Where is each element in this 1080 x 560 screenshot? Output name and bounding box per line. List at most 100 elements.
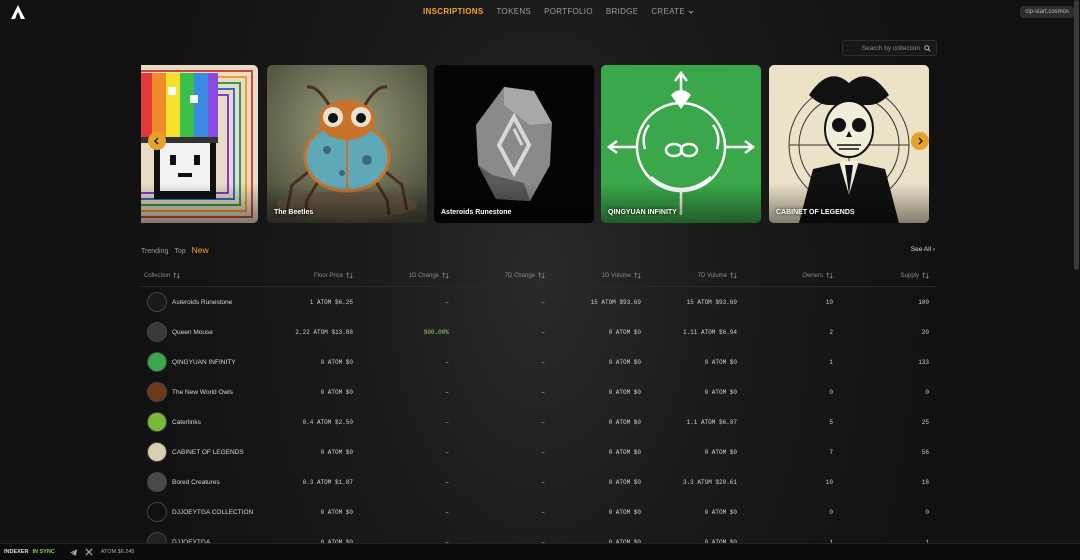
cell-d1: – bbox=[445, 418, 449, 426]
tab-top[interactable]: Top bbox=[174, 248, 185, 255]
cell-owners: 10 bbox=[825, 478, 833, 486]
collection-name[interactable]: The New World Owls bbox=[172, 377, 233, 407]
cell-v7: 1.1 ATOM $6.87 bbox=[686, 418, 737, 426]
cell-supply: 20 bbox=[921, 328, 929, 336]
cell-d7: – bbox=[541, 478, 545, 486]
collection-name[interactable]: Caterlinks bbox=[172, 407, 201, 437]
sort-icon bbox=[922, 272, 929, 279]
page-scrollbar[interactable] bbox=[1074, 0, 1079, 270]
cell-v1: 0 ATOM $0 bbox=[608, 358, 641, 366]
carousel-card-the-beetles[interactable]: The Beetles bbox=[267, 65, 427, 223]
cell-d1: – bbox=[445, 448, 449, 456]
wallet-button[interactable]: cip-start.cosmos bbox=[1020, 6, 1074, 18]
sort-icon bbox=[634, 272, 641, 279]
th-collection[interactable]: Collection bbox=[144, 272, 181, 279]
chevron-right-icon bbox=[918, 137, 924, 145]
table-row[interactable]: The New World Owls 0 ATOM $0 – – 0 ATOM $0 0 … bbox=[141, 377, 935, 407]
x-twitter-icon[interactable] bbox=[85, 548, 93, 556]
cell-owners: 1 bbox=[829, 358, 833, 366]
chevron-down-icon bbox=[688, 10, 694, 14]
nav-create[interactable]: CREATE bbox=[651, 7, 694, 16]
tab-new[interactable]: New bbox=[192, 245, 209, 255]
nav-portfolio[interactable]: PORTFOLIO bbox=[544, 7, 593, 16]
th-owners[interactable]: Owners bbox=[802, 272, 833, 279]
th-1d-volume[interactable]: 1D Volume bbox=[602, 272, 641, 279]
cell-d1: – bbox=[445, 478, 449, 486]
collection-tabs: Trending Top New bbox=[141, 245, 209, 255]
cell-d7: – bbox=[541, 358, 545, 366]
cell-floor: 0 ATOM $0 bbox=[320, 358, 353, 366]
cell-supply: 0 bbox=[925, 508, 929, 516]
nav-inscriptions[interactable]: INSCRIPTIONS bbox=[423, 7, 484, 16]
cell-owners: 10 bbox=[825, 298, 833, 306]
sort-icon bbox=[346, 272, 353, 279]
th-supply[interactable]: Supply bbox=[901, 272, 929, 279]
search-input[interactable] bbox=[850, 44, 920, 52]
status-footer: INDEXER IN SYNC ATOM $6.245 bbox=[0, 543, 1080, 560]
table-row[interactable]: Queen Mouse 2.22 ATOM $13.88 900.00% – 0 ATO… bbox=[141, 317, 935, 347]
table-row[interactable]: QINGYUAN INFINITY 0 ATOM $0 – – 0 ATOM $0 0 A… bbox=[141, 347, 935, 377]
chevron-left-icon bbox=[153, 137, 159, 145]
collection-avatar bbox=[147, 472, 167, 492]
cell-v1: 0 ATOM $0 bbox=[608, 328, 641, 336]
nav-create-label: CREATE bbox=[651, 7, 685, 16]
sort-icon bbox=[730, 272, 737, 279]
cell-d1: – bbox=[445, 298, 449, 306]
th-label: 7D Volume bbox=[697, 272, 727, 279]
collection-avatar bbox=[147, 502, 167, 522]
cell-v7: 0 ATOM $0 bbox=[704, 358, 737, 366]
telegram-icon[interactable] bbox=[69, 548, 78, 557]
nav-bridge[interactable]: BRIDGE bbox=[606, 7, 638, 16]
cell-v7: 1.11 ATOM $6.94 bbox=[682, 328, 737, 336]
table-row[interactable]: Bored Creatures 0.3 ATOM $1.87 – – 0 ATOM $0… bbox=[141, 467, 935, 497]
th-label: Floor Price bbox=[313, 272, 343, 279]
carousel-card-qingyuan-infinity[interactable]: QINGYUAN INFINITY bbox=[601, 65, 761, 223]
carousel-card-label: QINGYUAN INFINITY bbox=[608, 209, 677, 216]
table-row[interactable]: DJJOEYTGA COLLECTION 0 ATOM $0 – – 0 ATOM $0… bbox=[141, 497, 935, 527]
carousel-next-button[interactable] bbox=[911, 132, 929, 150]
cell-floor: 2.22 ATOM $13.88 bbox=[295, 328, 353, 336]
search-icon[interactable] bbox=[924, 44, 931, 52]
collection-name[interactable]: Queen Mouse bbox=[172, 317, 213, 347]
main-nav: INSCRIPTIONS TOKENS PORTFOLIO BRIDGE CRE… bbox=[423, 7, 694, 16]
carousel-card-asteroids-runestone[interactable]: Asteroids Runestone bbox=[434, 65, 594, 223]
th-1d-change[interactable]: 1D Change bbox=[409, 272, 449, 279]
table-row[interactable]: CABINET OF LEGENDS 0 ATOM $0 – – 0 ATOM $0 0 … bbox=[141, 437, 935, 467]
sync-status: IN SYNC bbox=[32, 549, 55, 555]
cell-floor: 0 ATOM $0 bbox=[320, 448, 353, 456]
table-row[interactable]: Asteroids Runestone 1 ATOM $6.25 – – 15 ATOM… bbox=[141, 287, 935, 317]
tab-trending[interactable]: Trending bbox=[141, 248, 168, 255]
search-box[interactable] bbox=[842, 40, 937, 56]
cell-v1: 0 ATOM $0 bbox=[608, 418, 641, 426]
th-7d-volume[interactable]: 7D Volume bbox=[698, 272, 737, 279]
cell-v1: 0 ATOM $0 bbox=[608, 478, 641, 486]
collection-name[interactable]: QINGYUAN INFINITY bbox=[172, 347, 236, 377]
nav-tokens[interactable]: TOKENS bbox=[497, 7, 532, 16]
carousel-card-label: Asteroids Runestone bbox=[441, 209, 512, 216]
logo-icon[interactable] bbox=[10, 4, 26, 20]
cell-supply: 18 bbox=[921, 478, 929, 486]
see-all-link[interactable]: See All › bbox=[911, 246, 935, 253]
cell-owners: 0 bbox=[829, 388, 833, 396]
collection-name[interactable]: Asteroids Runestone bbox=[172, 287, 232, 317]
cell-d1: 900.00% bbox=[423, 328, 449, 336]
collection-avatar bbox=[147, 382, 167, 402]
cell-d7: – bbox=[541, 328, 545, 336]
cell-owners: 7 bbox=[829, 448, 833, 456]
table-row[interactable]: Caterlinks 0.4 ATOM $2.50 – – 0 ATOM $0 1.1 A… bbox=[141, 407, 935, 437]
collection-name[interactable]: CABINET OF LEGENDS bbox=[172, 437, 244, 467]
carousel-card-label: CABINET OF LEGENDS bbox=[776, 209, 855, 216]
cell-v7: 15 ATOM $93.69 bbox=[686, 298, 737, 306]
cell-d1: – bbox=[445, 508, 449, 516]
th-floor-price[interactable]: Floor Price bbox=[314, 272, 353, 279]
collection-name[interactable]: DJJOEYTGA COLLECTION bbox=[172, 497, 253, 527]
carousel-card-cabinet-of-legends[interactable]: CABINET OF LEGENDS bbox=[769, 65, 929, 223]
atom-price: ATOM $6.245 bbox=[100, 549, 135, 555]
collection-avatar bbox=[147, 442, 167, 462]
th-7d-change[interactable]: 7D Change bbox=[505, 272, 545, 279]
carousel-prev-button[interactable] bbox=[148, 132, 166, 150]
collection-carousel: shrooms The Beetles bbox=[141, 65, 929, 223]
th-label: 1D Volume bbox=[601, 272, 631, 279]
sort-icon bbox=[173, 272, 181, 279]
collection-name[interactable]: Bored Creatures bbox=[172, 467, 220, 497]
